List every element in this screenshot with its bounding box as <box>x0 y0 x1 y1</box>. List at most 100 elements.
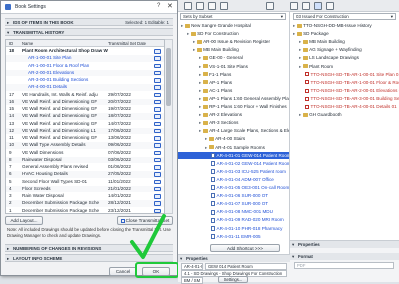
transmittal-icon[interactable] <box>154 49 161 54</box>
transmittal-icon[interactable] <box>154 93 161 98</box>
table-row[interactable]: 3Rain Water Disposal14/01/2022 <box>6 193 164 200</box>
transmittal-icon[interactable] <box>154 122 161 127</box>
tree-item[interactable]: ▸ AR-2 Elevations <box>178 111 289 119</box>
transmittal-icon[interactable] <box>154 187 161 192</box>
tree-item[interactable]: ▸ MB Main Building <box>178 46 289 54</box>
project-map-icon-right[interactable] <box>290 2 298 10</box>
table-row[interactable]: 6HVAC Housing Details27/05/2022 <box>6 171 164 178</box>
scrollbar-thumb[interactable] <box>166 48 171 106</box>
transmittal-icon[interactable] <box>154 64 161 69</box>
tree-item[interactable]: ▸ New Sangre Grande Hospital <box>178 22 289 30</box>
table-row[interactable]: 16VE Wall Reinf. and Dimensioning GF20/0… <box>6 99 164 106</box>
table-row[interactable]: AR-2-00-01 Elevations <box>6 70 164 77</box>
layout-book-icon-right[interactable] <box>314 2 322 10</box>
transmittal-icon[interactable] <box>154 201 161 206</box>
tree-item[interactable]: AR-4-01-09 RAD-020 MRI Room <box>178 216 289 224</box>
table-row[interactable]: 9VE Wall Dimensions07/06/2022 <box>6 150 164 157</box>
transmittal-icon[interactable] <box>154 165 161 170</box>
tree-item[interactable]: AR-4-01-05 OE3-001 On-call Room <box>178 184 289 192</box>
transmittal-icon[interactable] <box>154 71 161 76</box>
tree-item[interactable]: TTO-NSGH-SD-TB-AR-1-00-01 Floor & Roof P… <box>290 79 399 87</box>
transmittal-icon[interactable] <box>154 78 161 83</box>
transmittal-icon[interactable] <box>154 100 161 105</box>
table-row[interactable]: AR-1-00-01 Floor & Roof Plan <box>6 63 164 70</box>
close-icon[interactable]: ✕ <box>167 2 173 10</box>
format-header[interactable]: ▾ Format <box>290 253 399 260</box>
transmittal-icon[interactable] <box>154 151 161 156</box>
view-map-icon-right[interactable] <box>302 2 310 10</box>
tree-item[interactable]: AR-4-01-07 SUR-000 OT <box>178 200 289 208</box>
tree-item[interactable]: ▸ LS Landscape Drawings <box>290 54 399 62</box>
tree-item[interactable]: AR-4-01-06 SUR-000 OT <box>178 192 289 200</box>
tree-item[interactable]: TTO-NSGH-SD-TB-AR-1-00-01 Site Plan 01 <box>290 71 399 79</box>
tree-item[interactable]: AR-4-01-10 PHR-018 Pharmacy <box>178 225 289 233</box>
table-row[interactable]: 11VE Wall Reinf. and Dimensioning GF13/0… <box>6 135 164 142</box>
transmittal-icon[interactable] <box>154 172 161 177</box>
ids-section-header[interactable]: ▸ IDS OF ITEMS IN THIS BOOK Selected: 1 … <box>5 18 173 26</box>
sheet-id-field[interactable]: AR-4-01-02 <box>181 263 203 270</box>
transmittal-icon[interactable] <box>154 143 161 148</box>
tree-item[interactable]: ▸ AP-1 Plans 1:60 General Assembly Plans <box>178 95 289 103</box>
add-layout-button[interactable]: Add Layout... <box>5 216 43 225</box>
tree-item[interactable]: ▸ RP-1 Plans 1:60 Floor + Wall Finishes <box>178 103 289 111</box>
tree-item[interactable]: ▸ GH Guardbooth <box>290 111 399 119</box>
transmittal-icon[interactable] <box>154 107 161 112</box>
table-row[interactable]: 8Rainwater Disposal03/06/2022 <box>6 157 164 164</box>
table-row[interactable]: 17VE Handrails, Int. Walls & Reinf. adju… <box>6 92 164 99</box>
transmittal-icon[interactable] <box>154 114 161 119</box>
table-scrollbar[interactable] <box>165 39 173 214</box>
tree-item[interactable]: ▸ AR-4-01 Sample Rooms <box>178 144 289 152</box>
tree-item[interactable]: ▸ AR-3 Sections <box>178 119 289 127</box>
tree-item[interactable]: ▸ AG Signage + Wayfinding <box>290 46 399 54</box>
tree-item[interactable]: TTO-NSGH-SD-TB-AR-3-00-01 Building Secti… <box>290 95 399 103</box>
publisher-icon[interactable] <box>220 2 228 10</box>
tree-item[interactable]: ▸ AR-00 Issue & Revision Register <box>178 38 289 46</box>
tree-item[interactable]: ▸ F1-1 Plans <box>178 71 289 79</box>
table-row[interactable]: 2December Submission Package Sche28/12/2… <box>6 200 164 207</box>
transmittal-icon[interactable] <box>154 194 161 199</box>
transmittal-section-header[interactable]: ▾ TRANSMITTAL HISTORY <box>5 28 173 36</box>
tree-item[interactable]: TTO-NSGH-SD-TB-AR-4-00-01 Details 01 <box>290 103 399 111</box>
tree-item[interactable]: AR-4-01-11 EMR-005 <box>178 233 289 241</box>
tree-item[interactable]: AR-4-01-04 ADM-007 Office <box>178 176 289 184</box>
properties-header[interactable]: ▾ Properties <box>178 255 290 262</box>
table-row[interactable]: 5Second Floor Wall Types SD-0111/01/2022 <box>6 179 164 186</box>
transmittal-icon[interactable] <box>154 56 161 61</box>
table-row[interactable]: 15VE Wall Reinf. and Dimensioning GF19/0… <box>6 106 164 113</box>
tree-item[interactable]: ▸ Plant Room <box>290 63 399 71</box>
table-row[interactable]: AR-4-00-01 Details <box>6 84 164 91</box>
tree-item[interactable]: ▸ VS-1-01 Site Plans <box>178 63 289 71</box>
transmittal-icon[interactable] <box>154 158 161 163</box>
tree-item[interactable]: TTO-NSGH-SD-TB-AR-2-00-01 Elevations 01 <box>290 87 399 95</box>
table-row[interactable]: 14VE Wall Reinf. and Dimensioning GF18/0… <box>6 113 164 120</box>
layout-book-icon[interactable] <box>208 2 216 10</box>
tree-item[interactable]: ▸ SD For Construction <box>178 30 289 38</box>
transmittal-icon[interactable] <box>154 136 161 141</box>
tree-item[interactable]: AR-4-01-01 GEW-014 Patient Room <box>178 152 289 160</box>
dialog-title-bar[interactable]: Book Settings ? ✕ <box>1 1 177 14</box>
help-icon[interactable]: ? <box>157 3 160 9</box>
transmittal-icon[interactable] <box>154 129 161 134</box>
format-field[interactable]: PDF <box>294 262 394 269</box>
tree-item[interactable]: ▸ GE-00 - General <box>178 54 289 62</box>
tree-item[interactable]: ▸ AR-4 Large Scale Plans, Sections & Ele… <box>178 127 289 135</box>
table-row[interactable]: 10VE Wall Type Assembly Details09/06/202… <box>6 142 164 149</box>
tree-item[interactable]: AR-4-01-03 ICU-525 Patient room <box>178 168 289 176</box>
table-row[interactable]: 13VE Wall Reinf. and Dimensioning GF14/0… <box>6 121 164 128</box>
tree-item[interactable]: ▸ MB Main Building <box>290 38 399 46</box>
transmittal-icon[interactable] <box>154 180 161 185</box>
navigator-dropdown[interactable]: Sets by Subset ▾ <box>180 13 286 20</box>
table-row[interactable]: 12VE Wall Reinf. and Dimensioning L117/0… <box>6 128 164 135</box>
tree-item[interactable]: ▸ AP-1 Plans <box>178 79 289 87</box>
add-shortcut-button[interactable]: Add Shortcut >>> <box>210 244 280 252</box>
table-row[interactable]: AR-3-00-01 Building Sections <box>6 77 164 84</box>
publisher-dropdown[interactable]: 03 Issued For Construction ▾ <box>293 13 396 20</box>
table-row[interactable]: 18Plant Room Architectural Shop Draw Wor… <box>6 48 164 55</box>
cancel-button[interactable]: Cancel <box>109 267 137 276</box>
settings-icon[interactable] <box>266 2 274 10</box>
tree-item[interactable]: ▸ AR-4-00 Stairs <box>178 135 289 143</box>
table-row[interactable]: AR-1-00-01 Site Plan <box>6 55 164 62</box>
tree-item[interactable]: AR-4-01-02 GEW-014 Patient Room <box>178 160 289 168</box>
project-map-icon[interactable] <box>184 2 192 10</box>
table-row[interactable]: 4Floor Screeds21/01/2022 <box>6 186 164 193</box>
